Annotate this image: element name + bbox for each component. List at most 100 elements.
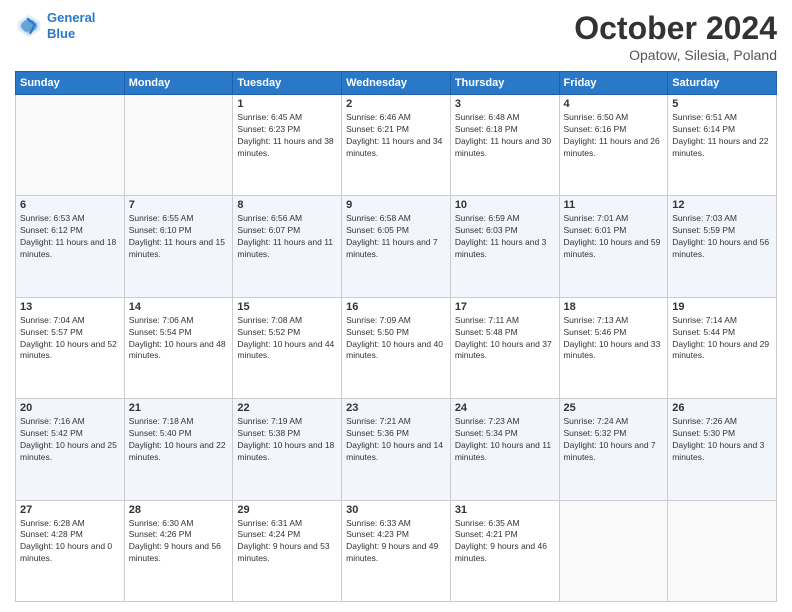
table-row [559,500,668,601]
day-number: 22 [237,402,337,414]
day-info: Sunrise: 6:46 AM Sunset: 6:21 PM Dayligh… [346,112,446,160]
table-row: 2 Sunrise: 6:46 AM Sunset: 6:21 PM Daylig… [342,95,451,196]
day-info: Sunrise: 6:35 AM Sunset: 4:21 PM Dayligh… [455,518,555,566]
table-row: 13 Sunrise: 7:04 AM Sunset: 5:57 PM Dayli… [16,297,125,398]
day-number: 27 [20,504,120,516]
table-row: 22 Sunrise: 7:19 AM Sunset: 5:38 PM Dayli… [233,399,342,500]
day-number: 7 [129,199,229,211]
calendar-week-row: 13 Sunrise: 7:04 AM Sunset: 5:57 PM Dayli… [16,297,777,398]
day-number: 17 [455,301,555,313]
day-number: 18 [564,301,664,313]
day-number: 11 [564,199,664,211]
table-row: 10Sunrise: 6:59 AM Sunset: 6:03 PM Dayli… [450,196,559,297]
table-row: 31 Sunrise: 6:35 AM Sunset: 4:21 PM Dayli… [450,500,559,601]
location-subtitle: Opatow, Silesia, Poland [574,47,777,63]
table-row: 21Sunrise: 7:18 AM Sunset: 5:40 PM Dayli… [124,399,233,500]
col-monday: Monday [124,72,233,95]
calendar-header-row: Sunday Monday Tuesday Wednesday Thursday… [16,72,777,95]
logo: General Blue [15,10,95,41]
day-info: Sunrise: 6:56 AM Sunset: 6:07 PM Dayligh… [237,213,337,261]
day-info: Sunrise: 7:16 AM Sunset: 5:42 PM Dayligh… [20,416,120,464]
table-row: 26 Sunrise: 7:26 AM Sunset: 5:30 PM Dayli… [668,399,777,500]
table-row [668,500,777,601]
day-info: Sunrise: 6:59 AM Sunset: 6:03 PM Dayligh… [455,213,555,261]
table-row: 20 Sunrise: 7:16 AM Sunset: 5:42 PM Dayli… [16,399,125,500]
calendar-table: Sunday Monday Tuesday Wednesday Thursday… [15,71,777,602]
day-info: Sunrise: 6:28 AM Sunset: 4:28 PM Dayligh… [20,518,120,566]
table-row: 17 Sunrise: 7:11 AM Sunset: 5:48 PM Dayli… [450,297,559,398]
table-row: 12 Sunrise: 7:03 AM Sunset: 5:59 PM Dayli… [668,196,777,297]
day-info: Sunrise: 7:06 AM Sunset: 5:54 PM Dayligh… [129,315,229,363]
day-info: Sunrise: 6:30 AM Sunset: 4:26 PM Dayligh… [129,518,229,566]
day-number: 14 [129,301,229,313]
col-friday: Friday [559,72,668,95]
day-number: 8 [237,199,337,211]
table-row: 25 Sunrise: 7:24 AM Sunset: 5:32 PM Dayli… [559,399,668,500]
day-info: Sunrise: 7:04 AM Sunset: 5:57 PM Dayligh… [20,315,120,363]
col-thursday: Thursday [450,72,559,95]
day-number: 24 [455,402,555,414]
day-number: 1 [237,98,337,110]
day-number: 15 [237,301,337,313]
table-row: 9Sunrise: 6:58 AM Sunset: 6:05 PM Daylig… [342,196,451,297]
header: General Blue October 2024 Opatow, Silesi… [15,10,777,63]
table-row: 14 Sunrise: 7:06 AM Sunset: 5:54 PM Dayli… [124,297,233,398]
table-row: 24Sunrise: 7:23 AM Sunset: 5:34 PM Dayli… [450,399,559,500]
table-row: 30 Sunrise: 6:33 AM Sunset: 4:23 PM Dayli… [342,500,451,601]
table-row: 1 Sunrise: 6:45 AM Sunset: 6:23 PM Daylig… [233,95,342,196]
day-info: Sunrise: 7:26 AM Sunset: 5:30 PM Dayligh… [672,416,772,464]
calendar-week-row: 6Sunrise: 6:53 AM Sunset: 6:12 PM Daylig… [16,196,777,297]
day-info: Sunrise: 6:45 AM Sunset: 6:23 PM Dayligh… [237,112,337,160]
col-saturday: Saturday [668,72,777,95]
day-info: Sunrise: 7:11 AM Sunset: 5:48 PM Dayligh… [455,315,555,363]
day-number: 31 [455,504,555,516]
day-number: 12 [672,199,772,211]
day-number: 13 [20,301,120,313]
table-row: 3Sunrise: 6:48 AM Sunset: 6:18 PM Daylig… [450,95,559,196]
day-number: 9 [346,199,446,211]
table-row [16,95,125,196]
month-title: October 2024 [574,10,777,47]
table-row [124,95,233,196]
day-number: 25 [564,402,664,414]
day-info: Sunrise: 7:18 AM Sunset: 5:40 PM Dayligh… [129,416,229,464]
day-number: 4 [564,98,664,110]
day-number: 20 [20,402,120,414]
day-info: Sunrise: 6:51 AM Sunset: 6:14 PM Dayligh… [672,112,772,160]
page: General Blue October 2024 Opatow, Silesi… [0,0,792,612]
day-info: Sunrise: 7:13 AM Sunset: 5:46 PM Dayligh… [564,315,664,363]
table-row: 27 Sunrise: 6:28 AM Sunset: 4:28 PM Dayli… [16,500,125,601]
col-wednesday: Wednesday [342,72,451,95]
table-row: 19Sunrise: 7:14 AM Sunset: 5:44 PM Dayli… [668,297,777,398]
day-number: 23 [346,402,446,414]
day-info: Sunrise: 7:08 AM Sunset: 5:52 PM Dayligh… [237,315,337,363]
day-info: Sunrise: 7:09 AM Sunset: 5:50 PM Dayligh… [346,315,446,363]
table-row: 15 Sunrise: 7:08 AM Sunset: 5:52 PM Dayli… [233,297,342,398]
logo-icon [15,12,43,40]
table-row: 7 Sunrise: 6:55 AM Sunset: 6:10 PM Daylig… [124,196,233,297]
table-row: 16Sunrise: 7:09 AM Sunset: 5:50 PM Dayli… [342,297,451,398]
table-row: 28Sunrise: 6:30 AM Sunset: 4:26 PM Dayli… [124,500,233,601]
day-number: 19 [672,301,772,313]
logo-general: General [47,10,95,25]
col-tuesday: Tuesday [233,72,342,95]
day-info: Sunrise: 6:33 AM Sunset: 4:23 PM Dayligh… [346,518,446,566]
calendar-week-row: 20 Sunrise: 7:16 AM Sunset: 5:42 PM Dayli… [16,399,777,500]
day-info: Sunrise: 7:19 AM Sunset: 5:38 PM Dayligh… [237,416,337,464]
day-number: 30 [346,504,446,516]
logo-text: General Blue [47,10,95,41]
day-info: Sunrise: 6:55 AM Sunset: 6:10 PM Dayligh… [129,213,229,261]
calendar-week-row: 27 Sunrise: 6:28 AM Sunset: 4:28 PM Dayli… [16,500,777,601]
title-area: October 2024 Opatow, Silesia, Poland [574,10,777,63]
day-info: Sunrise: 7:24 AM Sunset: 5:32 PM Dayligh… [564,416,664,464]
day-number: 6 [20,199,120,211]
table-row: 4 Sunrise: 6:50 AM Sunset: 6:16 PM Daylig… [559,95,668,196]
day-info: Sunrise: 7:21 AM Sunset: 5:36 PM Dayligh… [346,416,446,464]
day-number: 26 [672,402,772,414]
day-info: Sunrise: 6:50 AM Sunset: 6:16 PM Dayligh… [564,112,664,160]
day-info: Sunrise: 7:03 AM Sunset: 5:59 PM Dayligh… [672,213,772,261]
calendar-week-row: 1 Sunrise: 6:45 AM Sunset: 6:23 PM Daylig… [16,95,777,196]
table-row: 18 Sunrise: 7:13 AM Sunset: 5:46 PM Dayli… [559,297,668,398]
logo-blue: Blue [47,26,75,41]
day-number: 2 [346,98,446,110]
